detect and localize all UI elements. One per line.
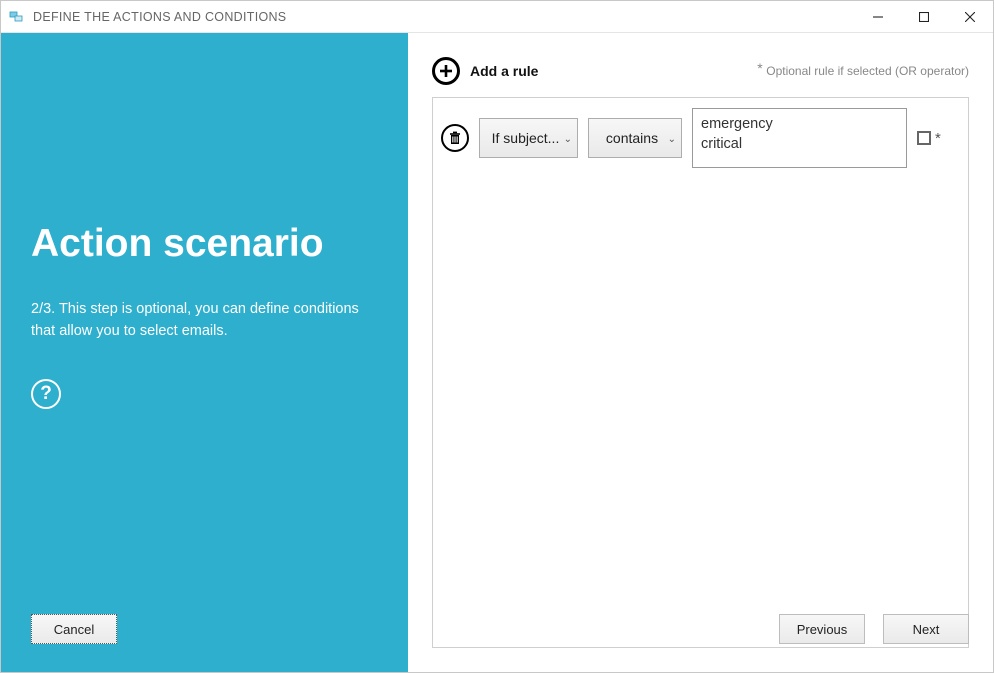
help-icon[interactable]: ? (31, 379, 61, 409)
sidebar: Action scenario 2/3. This step is option… (1, 33, 408, 672)
main-panel: Add a rule * Optional rule if selected (… (408, 33, 993, 672)
rule-row: If subject... ⌄ contains ⌄ * (441, 108, 960, 168)
page-description: 2/3. This step is optional, you can defi… (31, 298, 361, 343)
rule-optional-marker: * (935, 130, 941, 147)
help-icon-glyph: ? (40, 383, 52, 405)
plus-icon (432, 57, 460, 85)
minimize-button[interactable] (855, 1, 901, 32)
rule-operator-label: contains (606, 130, 658, 146)
checkbox-icon (917, 131, 931, 145)
rule-operator-select[interactable]: contains ⌄ (588, 118, 682, 158)
window-title: DEFINE THE ACTIONS AND CONDITIONS (33, 10, 286, 24)
chevron-down-icon: ⌄ (564, 134, 572, 145)
optional-hint-text: Optional rule if selected (OR operator) (766, 64, 969, 78)
add-rule-button[interactable]: Add a rule (432, 57, 538, 85)
app-icon (9, 9, 25, 25)
content-area: Action scenario 2/3. This step is option… (1, 33, 993, 672)
rule-field-select[interactable]: If subject... ⌄ (479, 118, 578, 158)
next-button[interactable]: Next (883, 614, 969, 644)
close-button[interactable] (947, 1, 993, 32)
asterisk-icon: * (757, 60, 762, 76)
rule-optional-checkbox[interactable]: * (917, 130, 941, 147)
rule-value-input[interactable] (692, 108, 907, 168)
cancel-button[interactable]: Cancel (31, 614, 117, 644)
optional-hint: * Optional rule if selected (OR operator… (757, 64, 969, 78)
rule-field-label: If subject... (492, 130, 560, 146)
delete-rule-button[interactable] (441, 124, 469, 152)
page-heading: Action scenario (31, 223, 378, 266)
rules-panel[interactable]: If subject... ⌄ contains ⌄ * (432, 97, 969, 648)
title-bar: DEFINE THE ACTIONS AND CONDITIONS (1, 1, 993, 33)
nav-buttons: Previous Next (779, 614, 969, 644)
previous-button[interactable]: Previous (779, 614, 865, 644)
window-controls (855, 1, 993, 32)
maximize-button[interactable] (901, 1, 947, 32)
add-rule-label: Add a rule (470, 63, 538, 79)
chevron-down-icon: ⌄ (668, 134, 676, 145)
rules-top-row: Add a rule * Optional rule if selected (… (432, 57, 969, 85)
